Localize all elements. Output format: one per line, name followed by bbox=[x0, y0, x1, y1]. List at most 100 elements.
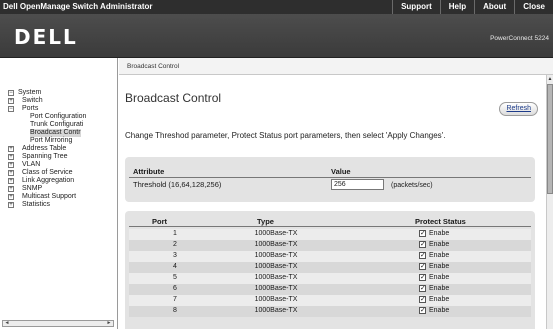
main-content: Broadcast Control Refresh Change Thresho… bbox=[119, 75, 546, 329]
table-row: 4 1000Base-TX ✓ Enabe bbox=[129, 262, 531, 273]
threshold-input[interactable]: 256 bbox=[331, 179, 384, 190]
attribute-table: Attribute Value Threshold (16,64,128,256… bbox=[125, 157, 535, 202]
protect-status-checkbox[interactable]: ✓ bbox=[419, 230, 426, 237]
tree-item[interactable]: + Multicast Support bbox=[8, 193, 117, 201]
collapse-icon[interactable]: − bbox=[8, 106, 14, 112]
tree-item[interactable]: Port Configuration bbox=[8, 113, 117, 121]
tree-item[interactable]: + Statistics bbox=[8, 201, 117, 209]
table-row: 8 1000Base-TX ✓ Enabe bbox=[129, 306, 531, 317]
protect-status-checkbox[interactable]: ✓ bbox=[419, 252, 426, 259]
port-number: 6 bbox=[173, 285, 177, 292]
help-link[interactable]: Help bbox=[439, 0, 474, 14]
tree-item[interactable]: + VLAN bbox=[8, 161, 117, 169]
title-bar: Dell OpenManage Switch Administrator Sup… bbox=[0, 0, 553, 14]
protect-status-label: Enabe bbox=[429, 285, 450, 292]
port-type: 1000Base-TX bbox=[254, 230, 298, 237]
port-header: Port bbox=[152, 217, 167, 226]
protect-status-checkbox[interactable]: ✓ bbox=[419, 274, 426, 281]
tree-item-label: Trunk Configurati bbox=[30, 121, 84, 128]
tree-item-label: Link Aggregation bbox=[22, 177, 75, 184]
tree-item[interactable]: + SNMP bbox=[8, 185, 117, 193]
protect-status-label: Enabe bbox=[429, 263, 450, 270]
scroll-left-icon[interactable]: ◄ bbox=[3, 321, 11, 326]
support-link[interactable]: Support bbox=[392, 0, 440, 14]
protect-status-checkbox[interactable]: ✓ bbox=[419, 241, 426, 248]
protect-status-label: Enabe bbox=[429, 307, 450, 314]
scroll-thumb[interactable] bbox=[547, 84, 553, 194]
app-title: Dell OpenManage Switch Administrator bbox=[3, 2, 153, 11]
port-number: 4 bbox=[173, 263, 177, 270]
expand-icon[interactable]: + bbox=[8, 98, 14, 104]
page-title: Broadcast Control bbox=[125, 91, 222, 105]
threshold-unit: (packets/sec) bbox=[391, 182, 433, 189]
table-row: 6 1000Base-TX ✓ Enabe bbox=[129, 284, 531, 295]
tree-item[interactable]: + Class of Service bbox=[8, 169, 117, 177]
tree-item[interactable]: + Link Aggregation bbox=[8, 177, 117, 185]
tree-item[interactable]: − Ports bbox=[8, 105, 117, 113]
port-table: Port Type Protect Status 1 1000Base-TX ✓ En… bbox=[125, 211, 535, 329]
collapse-icon[interactable]: − bbox=[8, 90, 14, 96]
threshold-label: Threshold (16,64,128,256) bbox=[133, 180, 222, 189]
tree-item[interactable]: + Spanning Tree bbox=[8, 153, 117, 161]
protect-status-header: Protect Status bbox=[415, 217, 466, 226]
protect-status-label: Enabe bbox=[429, 296, 450, 303]
table-row: 2 1000Base-TX ✓ Enabe bbox=[129, 240, 531, 251]
protect-status-checkbox[interactable]: ✓ bbox=[419, 296, 426, 303]
expand-icon[interactable]: + bbox=[8, 170, 14, 176]
protect-status-label: Enabe bbox=[429, 241, 450, 248]
tree-item-label: Class of Service bbox=[22, 169, 73, 176]
expand-icon[interactable]: + bbox=[8, 202, 14, 208]
tree-horizontal-scrollbar[interactable]: ◄ ► bbox=[2, 320, 114, 327]
tree-item-label: SNMP bbox=[22, 185, 43, 192]
dell-logo: DELL bbox=[14, 25, 78, 49]
close-link[interactable]: Close bbox=[514, 0, 553, 14]
tree-item[interactable]: Broadcast Contr bbox=[8, 129, 117, 137]
port-type: 1000Base-TX bbox=[254, 263, 298, 270]
tree-item[interactable]: + Address Table bbox=[8, 145, 117, 153]
protect-status-label: Enabe bbox=[429, 274, 450, 281]
port-number: 5 bbox=[173, 274, 177, 281]
protect-status-checkbox[interactable]: ✓ bbox=[419, 263, 426, 270]
port-number: 3 bbox=[173, 252, 177, 259]
port-number: 8 bbox=[173, 307, 177, 314]
main-vertical-scrollbar[interactable]: ▲ bbox=[546, 75, 553, 329]
protect-status-label: Enabe bbox=[429, 230, 450, 237]
breadcrumb-bar: Broadcast Control bbox=[119, 58, 553, 75]
tree-item-label: System bbox=[18, 89, 42, 96]
tree-item-label: Switch bbox=[22, 97, 43, 104]
tree-item-label: Port Mirroring bbox=[30, 137, 73, 144]
tree-item[interactable]: Port Mirroring bbox=[8, 137, 117, 145]
port-number: 7 bbox=[173, 296, 177, 303]
port-type: 1000Base-TX bbox=[254, 241, 298, 248]
protect-status-checkbox[interactable]: ✓ bbox=[419, 285, 426, 292]
table-row: 1 1000Base-TX ✓ Enabe bbox=[129, 229, 531, 240]
tree-item[interactable]: + Switch bbox=[8, 97, 117, 105]
expand-icon[interactable]: + bbox=[8, 194, 14, 200]
expand-icon[interactable]: + bbox=[8, 178, 14, 184]
header-divider bbox=[129, 177, 531, 178]
protect-status-checkbox[interactable]: ✓ bbox=[419, 307, 426, 314]
value-header: Value bbox=[331, 167, 351, 176]
tree-item[interactable]: − System bbox=[8, 89, 117, 97]
expand-icon[interactable]: + bbox=[8, 162, 14, 168]
about-link[interactable]: About bbox=[474, 0, 514, 14]
nav-tree-pane: − System + Switch − Ports Port Configuration Tr… bbox=[0, 58, 118, 329]
protect-status-label: Enabe bbox=[429, 252, 450, 259]
tree-item-label: Spanning Tree bbox=[22, 153, 68, 160]
expand-icon[interactable]: + bbox=[8, 146, 14, 152]
table-row: 5 1000Base-TX ✓ Enabe bbox=[129, 273, 531, 284]
brand-bar: DELL PowerConnect 5224 bbox=[0, 14, 553, 58]
tree-item-label: Broadcast Contr bbox=[30, 129, 81, 137]
refresh-button[interactable]: Refresh bbox=[499, 102, 538, 116]
tree-item-label: Port Configuration bbox=[30, 113, 87, 120]
tree-item-label: VLAN bbox=[22, 161, 41, 168]
tree-item-label: Ports bbox=[22, 105, 39, 112]
expand-icon[interactable]: + bbox=[8, 154, 14, 160]
top-nav: Support Help About Close bbox=[392, 0, 553, 14]
header-divider bbox=[129, 226, 531, 227]
table-row: 3 1000Base-TX ✓ Enabe bbox=[129, 251, 531, 262]
expand-icon[interactable]: + bbox=[8, 186, 14, 192]
scroll-up-icon[interactable]: ▲ bbox=[547, 75, 553, 83]
scroll-right-icon[interactable]: ► bbox=[105, 321, 113, 326]
tree-item[interactable]: Trunk Configurati bbox=[8, 121, 117, 129]
